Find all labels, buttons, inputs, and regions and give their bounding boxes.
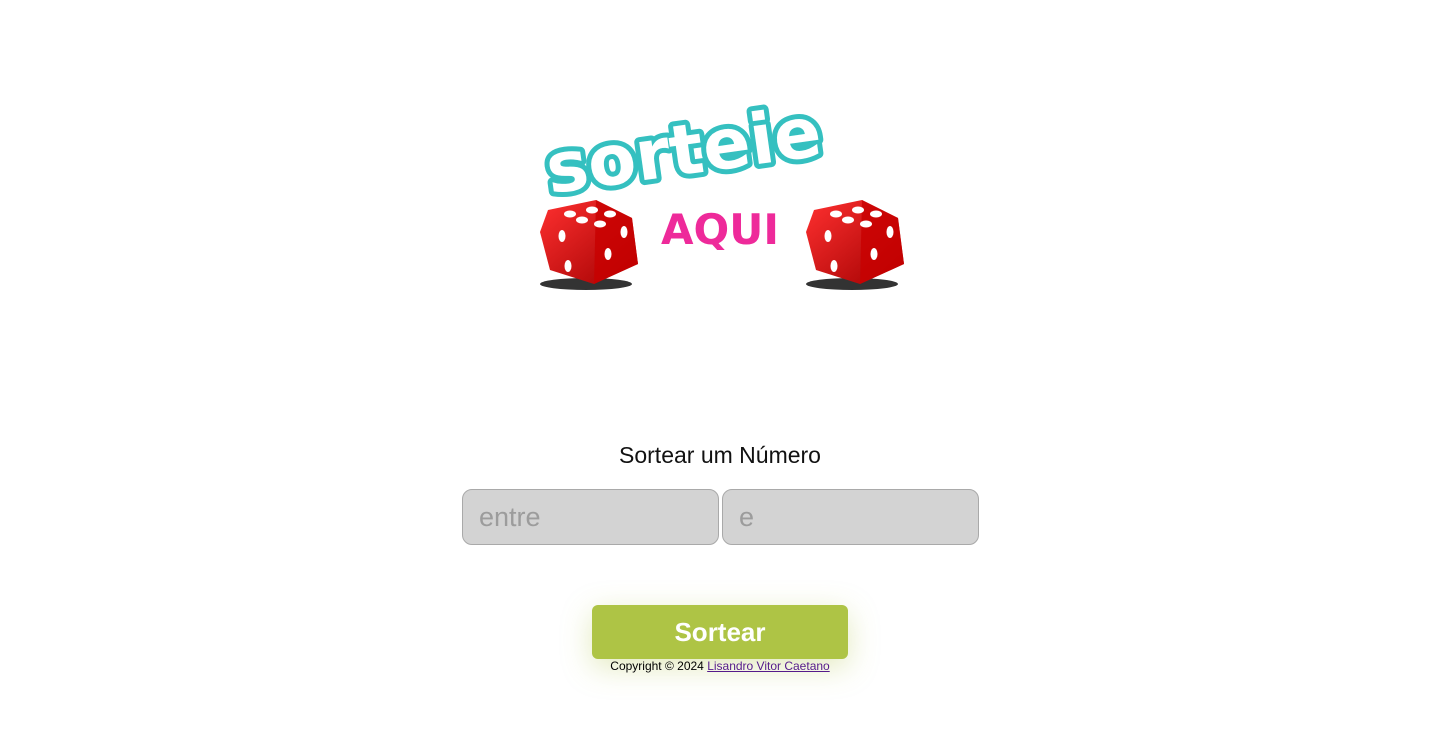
svg-text:sorteie: sorteie — [541, 90, 826, 210]
logo-title: sorteie — [536, 85, 831, 215]
left-die-icon — [540, 200, 638, 290]
min-number-input[interactable] — [462, 489, 719, 545]
author-link[interactable]: Lisandro Vitor Caetano — [707, 659, 830, 673]
max-number-input[interactable] — [722, 489, 979, 545]
copyright-text: Copyright © 2024 — [610, 659, 704, 673]
draw-button[interactable]: Sortear — [592, 605, 848, 659]
page: sorteie AQUI Sortear um Número entre e S… — [0, 0, 1440, 739]
footer: Copyright © 2024 Lisandro Vitor Caetano — [0, 658, 1440, 674]
range-inputs — [462, 489, 979, 545]
draw-heading: Sortear um Número — [619, 442, 821, 468]
sorteie-aqui-logo: sorteie AQUI — [536, 85, 904, 290]
logo-subtitle: AQUI — [661, 205, 779, 254]
right-die-icon — [806, 200, 904, 290]
